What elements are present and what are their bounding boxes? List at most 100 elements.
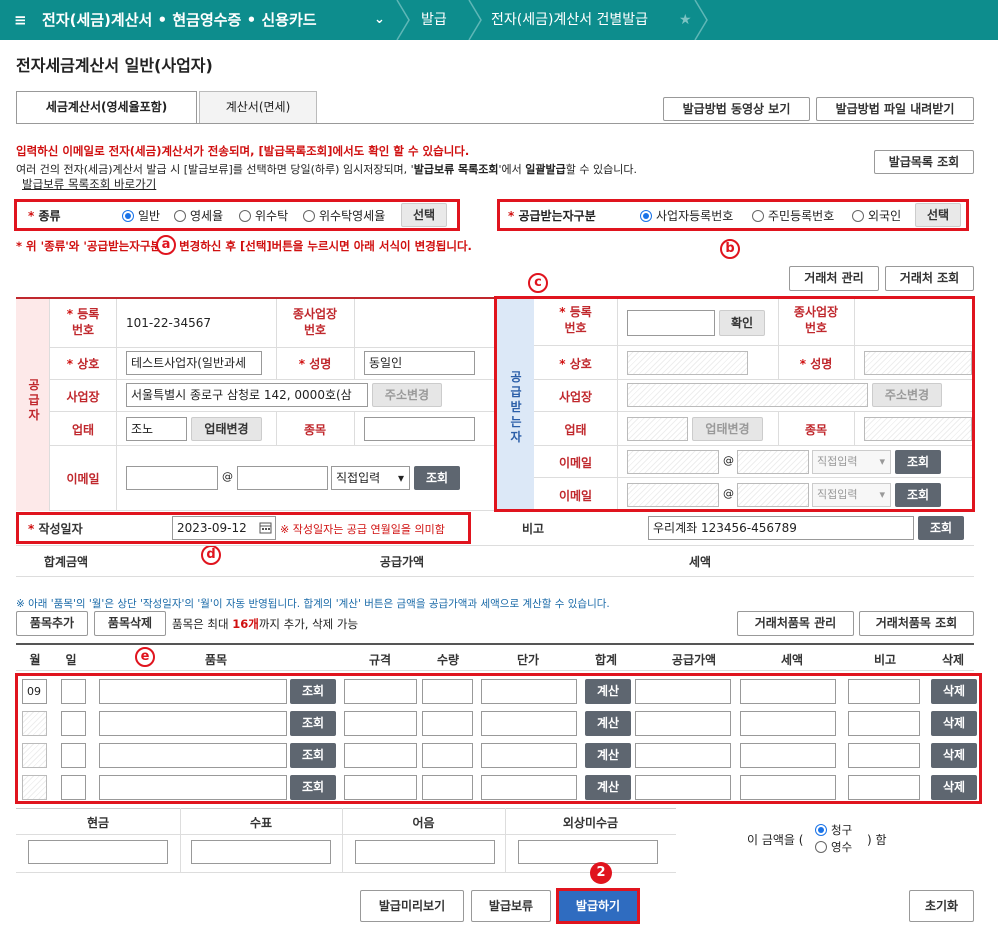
- supplier-address-input[interactable]: 서울특별시 종로구 삼청로 142, 0000호(삼: [126, 383, 368, 407]
- row-spec-input[interactable]: [344, 679, 417, 704]
- row-tax-input[interactable]: [740, 711, 836, 736]
- row-supply-input[interactable]: [635, 711, 731, 736]
- row-price-input[interactable]: [481, 743, 577, 768]
- partner-items-manage-button[interactable]: 거래처품목 관리: [737, 611, 854, 636]
- receiver-address-change-button[interactable]: 주소변경: [872, 383, 942, 407]
- row-delete-button[interactable]: 삭제: [931, 743, 977, 768]
- delete-item-button[interactable]: 품목삭제: [94, 611, 166, 636]
- row-item-lookup-button[interactable]: 조회: [290, 775, 336, 800]
- receiver-option-foreign[interactable]: 외국인: [852, 207, 901, 224]
- row-item-input[interactable]: [99, 743, 287, 768]
- add-item-button[interactable]: 품목추가: [16, 611, 88, 636]
- hold-list-link[interactable]: 발급보류 목록조회 바로가기: [22, 176, 156, 192]
- row-qty-input[interactable]: [422, 711, 473, 736]
- row-supply-input[interactable]: [635, 743, 731, 768]
- supplier-name-input[interactable]: 테스트사업자(일반과세: [126, 351, 262, 375]
- chevron-down-icon[interactable]: ⌄: [374, 0, 385, 40]
- issue-list-button[interactable]: 발급목록 조회: [874, 150, 974, 174]
- type-select-button[interactable]: 선택: [401, 203, 447, 227]
- row-item-input[interactable]: [99, 775, 287, 800]
- type-option-consign-zero[interactable]: 위수탁영세율: [303, 207, 385, 224]
- row-day-input[interactable]: [61, 679, 86, 704]
- radio-icon[interactable]: [239, 210, 251, 222]
- row-delete-button[interactable]: 삭제: [931, 711, 977, 736]
- receiver-email1-domain-select[interactable]: 직접입력: [812, 450, 891, 474]
- row-memo-input[interactable]: [848, 775, 920, 800]
- supplier-email-lookup-button[interactable]: 조회: [414, 466, 460, 490]
- breadcrumb-issue[interactable]: 발급: [421, 0, 447, 40]
- receiver-option-resident[interactable]: 주민등록번호: [752, 207, 834, 224]
- supplier-item-input[interactable]: [364, 417, 475, 441]
- row-month-input[interactable]: [22, 711, 47, 736]
- receiver-email1-id-input[interactable]: [627, 450, 719, 474]
- receiver-email1-lookup-button[interactable]: 조회: [895, 450, 941, 474]
- row-calc-button[interactable]: 계산: [585, 775, 631, 800]
- receiver-email2-domain-input[interactable]: [737, 483, 809, 507]
- row-item-lookup-button[interactable]: 조회: [290, 679, 336, 704]
- row-tax-input[interactable]: [740, 775, 836, 800]
- row-price-input[interactable]: [481, 711, 577, 736]
- row-item-lookup-button[interactable]: 조회: [290, 711, 336, 736]
- memo-input[interactable]: 우리계좌 123456-456789: [648, 516, 914, 540]
- receiver-email2-id-input[interactable]: [627, 483, 719, 507]
- radio-checked-icon[interactable]: [122, 210, 134, 222]
- row-supply-input[interactable]: [635, 775, 731, 800]
- row-tax-input[interactable]: [740, 743, 836, 768]
- credit-input[interactable]: [518, 840, 658, 864]
- row-day-input[interactable]: [61, 711, 86, 736]
- supplier-email-id-input[interactable]: [126, 466, 218, 490]
- issue-hold-button[interactable]: 발급보류: [471, 890, 551, 922]
- row-month-input[interactable]: [22, 775, 47, 800]
- issue-button[interactable]: 발급하기: [559, 891, 637, 921]
- row-price-input[interactable]: [481, 679, 577, 704]
- row-memo-input[interactable]: [848, 743, 920, 768]
- row-month-input[interactable]: [22, 743, 47, 768]
- radio-icon[interactable]: [174, 210, 186, 222]
- nav-section-title[interactable]: 전자(세금)계산서 • 현금영수증 • 신용카드: [42, 0, 317, 40]
- row-calc-button[interactable]: 계산: [585, 743, 631, 768]
- receiver-email2-lookup-button[interactable]: 조회: [895, 483, 941, 507]
- receiver-address-input[interactable]: [627, 383, 868, 407]
- type-option-general[interactable]: 일반: [122, 207, 160, 224]
- receiver-ceo-input[interactable]: [864, 351, 972, 375]
- supplier-address-change-button[interactable]: 주소변경: [372, 383, 442, 407]
- supplier-biztype-input[interactable]: 조노: [126, 417, 187, 441]
- row-memo-input[interactable]: [848, 711, 920, 736]
- radio-icon[interactable]: [303, 210, 315, 222]
- receiver-email2-domain-select[interactable]: 직접입력: [812, 483, 891, 507]
- memo-lookup-button[interactable]: 조회: [918, 516, 964, 540]
- row-month-input[interactable]: 09: [22, 679, 47, 704]
- receiver-reg-input[interactable]: [627, 310, 715, 336]
- row-qty-input[interactable]: [422, 679, 473, 704]
- cash-input[interactable]: [28, 840, 168, 864]
- row-item-input[interactable]: [99, 679, 287, 704]
- receiver-select-button[interactable]: 선택: [915, 203, 961, 227]
- check-input[interactable]: [191, 840, 331, 864]
- claim-option[interactable]: 청구: [815, 822, 852, 838]
- receiver-name-input[interactable]: [627, 351, 748, 375]
- row-spec-input[interactable]: [344, 743, 417, 768]
- reset-button[interactable]: 초기화: [909, 890, 974, 922]
- row-qty-input[interactable]: [422, 775, 473, 800]
- receiver-email1-domain-input[interactable]: [737, 450, 809, 474]
- receiver-biztype-change-button[interactable]: 업태변경: [692, 417, 763, 441]
- tab-tax-invoice[interactable]: 세금계산서(영세율포함): [16, 91, 197, 124]
- tab-invoice-exempt[interactable]: 계산서(면세): [199, 91, 317, 123]
- receiver-biztype-input[interactable]: [627, 417, 688, 441]
- row-day-input[interactable]: [61, 775, 86, 800]
- video-guide-button[interactable]: 발급방법 동영상 보기: [663, 97, 810, 121]
- supplier-email-domain-select[interactable]: 직접입력: [331, 466, 410, 490]
- row-supply-input[interactable]: [635, 679, 731, 704]
- receiver-item-input[interactable]: [864, 417, 972, 441]
- row-memo-input[interactable]: [848, 679, 920, 704]
- radio-icon[interactable]: [752, 210, 764, 222]
- partner-lookup-button[interactable]: 거래처 조회: [885, 266, 974, 291]
- row-spec-input[interactable]: [344, 711, 417, 736]
- supplier-email-domain-input[interactable]: [237, 466, 328, 490]
- row-spec-input[interactable]: [344, 775, 417, 800]
- row-qty-input[interactable]: [422, 743, 473, 768]
- radio-icon[interactable]: [852, 210, 864, 222]
- note-input[interactable]: [355, 840, 495, 864]
- row-calc-button[interactable]: 계산: [585, 679, 631, 704]
- row-tax-input[interactable]: [740, 679, 836, 704]
